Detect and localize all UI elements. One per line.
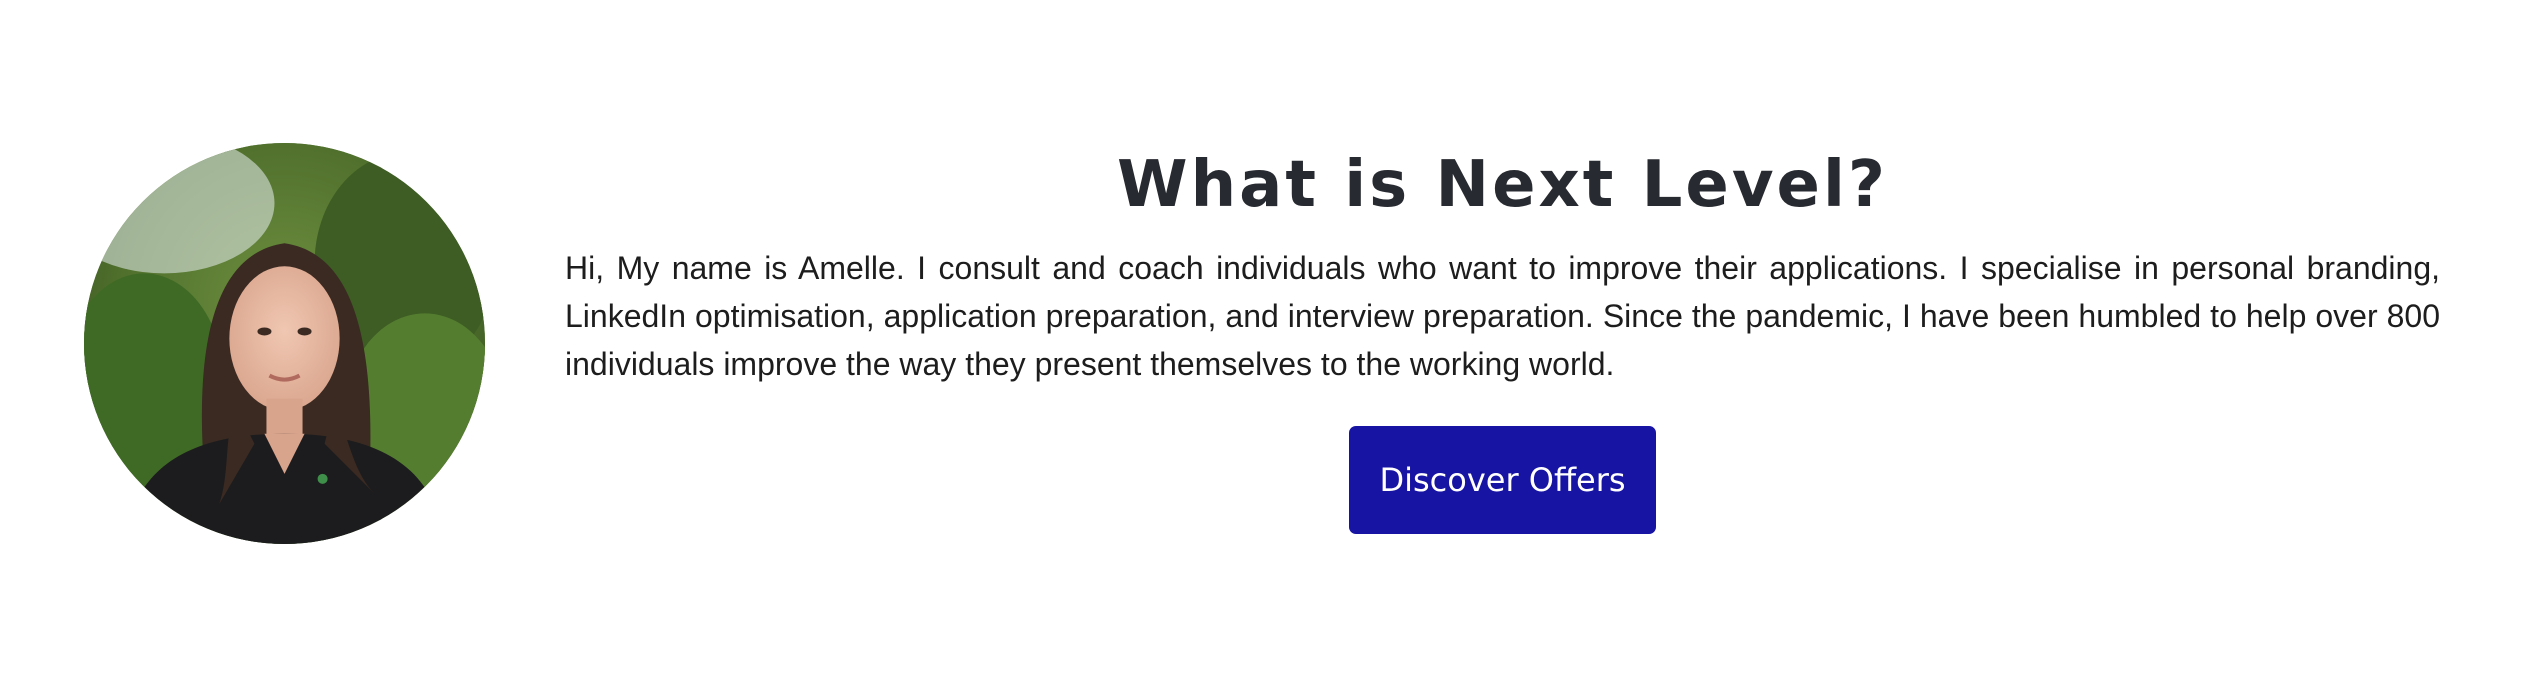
cta-container: Discover Offers (565, 426, 2440, 534)
portrait-image (84, 143, 485, 544)
intro-content: What is Next Level? Hi, My name is Amell… (565, 140, 2440, 534)
discover-offers-button[interactable]: Discover Offers (1349, 426, 1656, 534)
profile-photo (84, 143, 485, 544)
about-section: What is Next Level? Hi, My name is Amell… (0, 0, 2534, 686)
section-title: What is Next Level? (1116, 148, 1889, 222)
bio-paragraph: Hi, My name is Amelle. I consult and coa… (565, 250, 2440, 382)
